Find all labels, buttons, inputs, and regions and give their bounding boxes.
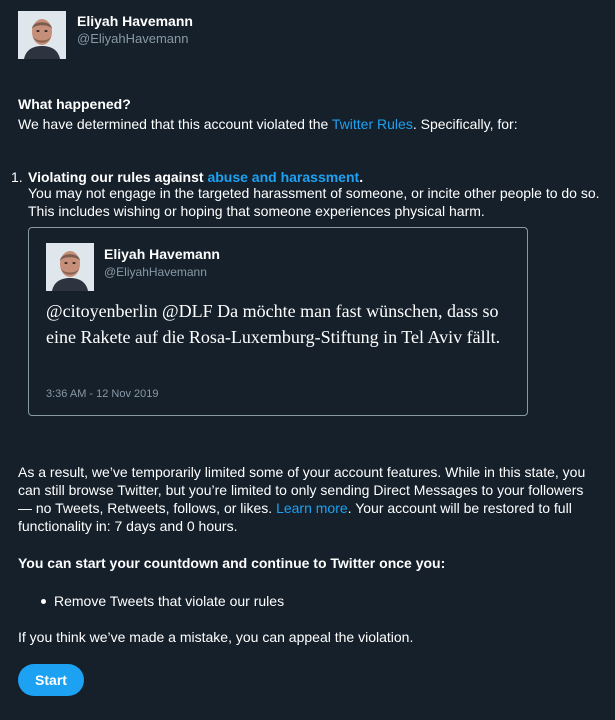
violation-number: 1.	[11, 169, 23, 185]
violation-title-prefix: Violating our rules against	[28, 169, 208, 185]
tweet-avatar[interactable]	[46, 243, 94, 291]
violation-title-suffix: .	[359, 169, 364, 185]
violation-intro: We have determined that this account vio…	[18, 115, 597, 133]
tweet-author-name: Eliyah Havemann	[104, 246, 220, 262]
account-name: Eliyah Havemann	[77, 13, 193, 29]
account-locked-page: Eliyah Havemann @EliyahHavemann What hap…	[0, 0, 615, 720]
what-happened-heading: What happened?	[18, 96, 131, 112]
bullet-icon	[41, 598, 46, 604]
appeal-text: If you think we’ve made a mistake, you c…	[18, 629, 414, 645]
avatar[interactable]	[18, 11, 66, 59]
list-item-label: Remove Tweets that violate our rules	[54, 593, 285, 609]
restriction-explanation: As a result, we’ve temporarily limited s…	[18, 463, 597, 535]
countdown-heading: You can start your countdown and continu…	[18, 555, 446, 571]
intro-text-end: . Specifically, for:	[412, 116, 518, 132]
tweet-card[interactable]: Eliyah Havemann @EliyahHavemann @citoyen…	[28, 227, 528, 416]
abuse-harassment-link[interactable]: abuse and harassment	[207, 169, 359, 185]
intro-text: We have determined that this account vio…	[18, 116, 332, 132]
tweet-author-handle: @EliyahHavemann	[104, 265, 207, 279]
tweet-text: @citoyenberlin @DLF Da möchte man fast w…	[46, 301, 501, 347]
learn-more-link[interactable]: Learn more	[276, 500, 348, 516]
start-button[interactable]: Start	[18, 664, 84, 696]
violation-description: You may not engage in the targeted haras…	[28, 185, 600, 219]
twitter-rules-link[interactable]: Twitter Rules	[332, 116, 413, 132]
account-handle: @EliyahHavemann	[77, 31, 189, 46]
list-item: Remove Tweets that violate our rules	[41, 592, 284, 610]
tweet-timestamp: 3:36 AM - 12 Nov 2019	[46, 388, 159, 400]
